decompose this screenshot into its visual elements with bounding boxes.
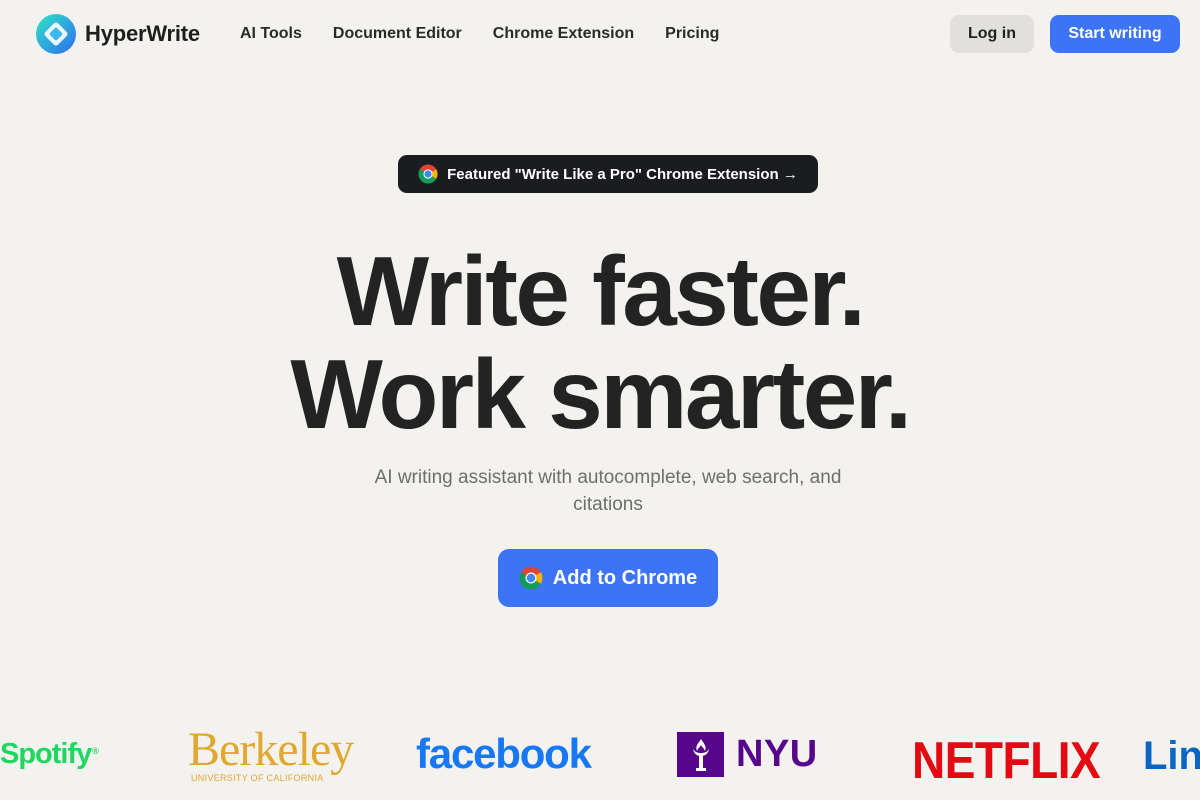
spotify-logo-text: Spotify bbox=[0, 738, 92, 770]
nav-links: AI Tools Document Editor Chrome Extensio… bbox=[240, 25, 719, 43]
featured-banner-label: Featured "Write Like a Pro" Chrome Exten… bbox=[447, 165, 798, 183]
start-writing-button[interactable]: Start writing bbox=[1050, 15, 1180, 53]
chrome-icon bbox=[519, 566, 543, 590]
hero-title-line-1: Write faster. bbox=[336, 236, 866, 346]
nav-link-pricing[interactable]: Pricing bbox=[665, 25, 719, 43]
trademark-mark: ® bbox=[92, 746, 99, 756]
nav-link-document-editor[interactable]: Document Editor bbox=[333, 25, 462, 43]
berkeley-logo-subtitle: UNIVERSITY OF CALIFORNIA bbox=[191, 773, 324, 783]
facebook-logo: facebook bbox=[416, 730, 592, 777]
hyperwrite-logo-icon bbox=[36, 14, 76, 54]
nav-link-ai-tools[interactable]: AI Tools bbox=[240, 25, 302, 43]
linkedin-logo: Lin bbox=[1143, 734, 1200, 778]
netflix-logo: NETFLIX bbox=[912, 731, 1101, 790]
customer-logos: Spotify ® Berkeley UNIVERSITY OF CALIFORN… bbox=[0, 720, 1200, 800]
hero-title-line-2: Work smarter. bbox=[290, 339, 912, 449]
top-nav: HyperWrite AI Tools Document Editor Chro… bbox=[0, 0, 1200, 68]
add-to-chrome-button[interactable]: Add to Chrome bbox=[498, 549, 718, 607]
brand-name: HyperWrite bbox=[85, 21, 200, 46]
nyu-logo: NYU bbox=[677, 732, 818, 777]
nyu-torch-icon bbox=[677, 732, 724, 777]
login-button[interactable]: Log in bbox=[950, 15, 1034, 53]
nyu-logo-text: NYU bbox=[736, 733, 818, 775]
brand-logo-link[interactable]: HyperWrite bbox=[36, 14, 200, 54]
nav-actions: Log in Start writing bbox=[950, 15, 1180, 53]
nav-link-chrome-extension[interactable]: Chrome Extension bbox=[493, 25, 634, 43]
featured-extension-banner[interactable]: Featured "Write Like a Pro" Chrome Exten… bbox=[398, 155, 818, 193]
berkeley-logo-name: Berkeley bbox=[188, 723, 354, 776]
chrome-icon bbox=[418, 164, 438, 184]
hero-title: Write faster. Work smarter. bbox=[0, 240, 1200, 446]
spotify-logo: Spotify ® bbox=[0, 738, 99, 771]
add-to-chrome-label: Add to Chrome bbox=[552, 566, 698, 589]
berkeley-logo: Berkeley UNIVERSITY OF CALIFORNIA bbox=[188, 723, 354, 784]
hero-subtitle: AI writing assistant with autocomplete, … bbox=[374, 467, 842, 515]
